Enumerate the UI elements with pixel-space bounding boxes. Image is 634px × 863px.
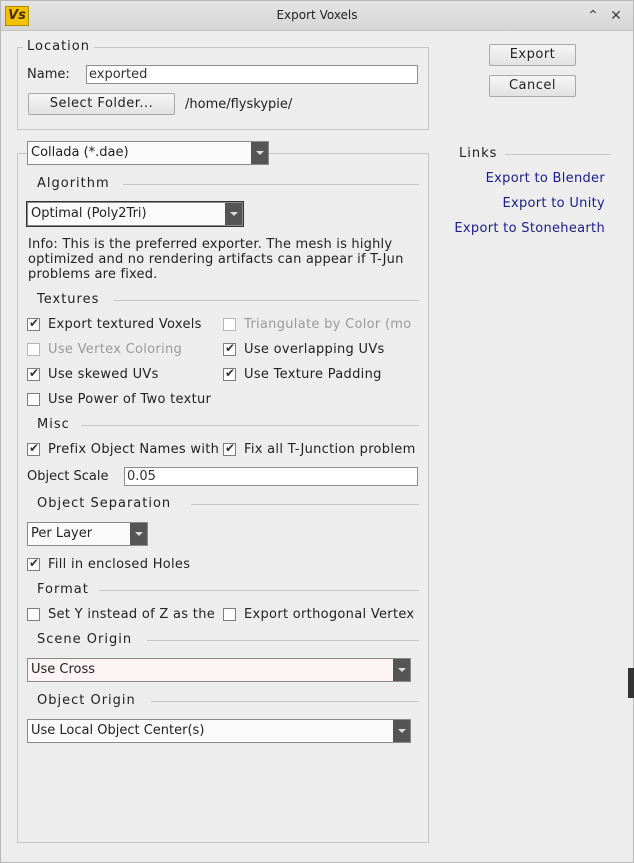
algorithm-info-line-2: optimized and no rendering artifacts can… <box>28 252 404 267</box>
object-origin-legend: Object Origin <box>37 693 136 708</box>
object-scale-label: Object Scale <box>27 469 109 484</box>
export-textured-voxels-checkbox[interactable] <box>27 316 40 331</box>
textures-legend: Textures <box>37 292 100 307</box>
chevron-down-icon <box>393 659 410 681</box>
fill-enclosed-holes-checkbox[interactable] <box>27 556 40 571</box>
object-origin-divider <box>151 701 419 702</box>
chevron-down-icon <box>393 720 410 742</box>
name-input[interactable]: exported <box>86 65 418 84</box>
scene-origin-combo[interactable]: Use Cross <box>27 658 411 682</box>
scene-origin-combo-value: Use Cross <box>31 662 96 677</box>
use-power-of-two-checkbox[interactable] <box>27 393 40 406</box>
use-vertex-coloring-label[interactable]: Use Vertex Coloring <box>48 342 216 357</box>
algorithm-legend: Algorithm <box>37 176 110 191</box>
set-y-instead-of-z-label[interactable]: Set Y instead of Z as the <box>48 607 223 622</box>
export-button[interactable]: Export <box>489 44 576 66</box>
object-separation-legend: Object Separation <box>37 496 172 511</box>
prefix-object-names-label[interactable]: Prefix Object Names with <box>48 442 223 457</box>
algorithm-info-line-1: Info: This is the preferred exporter. Th… <box>28 237 393 252</box>
algorithm-combo-value: Optimal (Poly2Tri) <box>31 206 147 221</box>
window-edge-shadow <box>628 668 634 698</box>
set-y-instead-of-z-checkbox[interactable] <box>27 608 40 621</box>
export-to-stonehearth-link[interactable]: Export to Stonehearth <box>454 221 605 236</box>
chevron-down-icon <box>130 523 147 545</box>
object-separation-combo-value: Per Layer <box>31 526 93 541</box>
title-bar[interactable]: Vs Export Voxels ⌃ ✕ <box>1 1 633 31</box>
object-origin-combo-value: Use Local Object Center(s) <box>31 723 205 738</box>
use-overlapping-uvs-checkbox[interactable] <box>223 341 236 356</box>
object-separation-combo[interactable]: Per Layer <box>27 522 148 546</box>
triangulate-by-color-label[interactable]: Triangulate by Color (mo <box>244 317 419 332</box>
fix-t-junction-checkbox[interactable] <box>223 441 236 456</box>
algorithm-combo[interactable]: Optimal (Poly2Tri) <box>26 201 244 227</box>
links-legend: Links <box>459 146 498 161</box>
export-voxels-dialog: Vs Export Voxels ⌃ ✕ Location Name: expo… <box>0 0 634 863</box>
scene-origin-divider <box>147 640 419 641</box>
minimize-icon[interactable]: ⌃ <box>583 5 603 27</box>
export-orthogonal-vertex-checkbox[interactable] <box>223 608 236 621</box>
format-combo[interactable]: Collada (*.dae) <box>27 141 269 165</box>
use-overlapping-uvs-label[interactable]: Use overlapping UVs <box>244 342 419 357</box>
misc-legend: Misc <box>37 417 70 432</box>
object-separation-divider <box>191 504 419 505</box>
folder-path: /home/flyskypie/ <box>185 97 293 112</box>
name-label: Name: <box>27 67 70 82</box>
chevron-down-icon <box>225 203 242 225</box>
location-group <box>17 47 429 130</box>
scene-origin-legend: Scene Origin <box>37 632 133 647</box>
algorithm-divider <box>123 184 419 185</box>
use-texture-padding-checkbox[interactable] <box>223 366 236 381</box>
use-vertex-coloring-checkbox[interactable] <box>27 343 40 356</box>
fill-enclosed-holes-label[interactable]: Fill in enclosed Holes <box>48 557 248 572</box>
window-title: Export Voxels <box>276 8 358 22</box>
triangulate-by-color-checkbox[interactable] <box>223 318 236 331</box>
use-power-of-two-label[interactable]: Use Power of Two textur <box>48 392 238 407</box>
format-divider <box>99 590 419 591</box>
export-textured-voxels-label[interactable]: Export textured Voxels <box>48 317 216 332</box>
format-legend: Format <box>37 582 89 597</box>
use-texture-padding-label[interactable]: Use Texture Padding <box>244 367 419 382</box>
location-legend: Location <box>23 39 94 54</box>
cancel-button[interactable]: Cancel <box>489 75 576 97</box>
export-orthogonal-vertex-label[interactable]: Export orthogonal Vertex <box>244 607 419 622</box>
links-divider <box>505 154 611 155</box>
object-scale-input[interactable]: 0.05 <box>124 467 418 486</box>
prefix-object-names-checkbox[interactable] <box>27 441 40 456</box>
object-origin-combo[interactable]: Use Local Object Center(s) <box>27 719 411 743</box>
misc-divider <box>81 425 419 426</box>
export-to-blender-link[interactable]: Export to Blender <box>486 171 605 186</box>
export-to-unity-link[interactable]: Export to Unity <box>502 196 605 211</box>
textures-divider <box>113 300 419 301</box>
chevron-down-icon <box>251 142 268 164</box>
format-combo-value: Collada (*.dae) <box>31 145 129 160</box>
select-folder-button[interactable]: Select Folder... <box>28 93 175 115</box>
use-skewed-uvs-label[interactable]: Use skewed UVs <box>48 367 216 382</box>
algorithm-info-line-3: problems are fixed. <box>28 267 158 282</box>
use-skewed-uvs-checkbox[interactable] <box>27 366 40 381</box>
fix-t-junction-label[interactable]: Fix all T-Junction problem <box>244 442 419 457</box>
close-icon[interactable]: ✕ <box>606 5 626 27</box>
